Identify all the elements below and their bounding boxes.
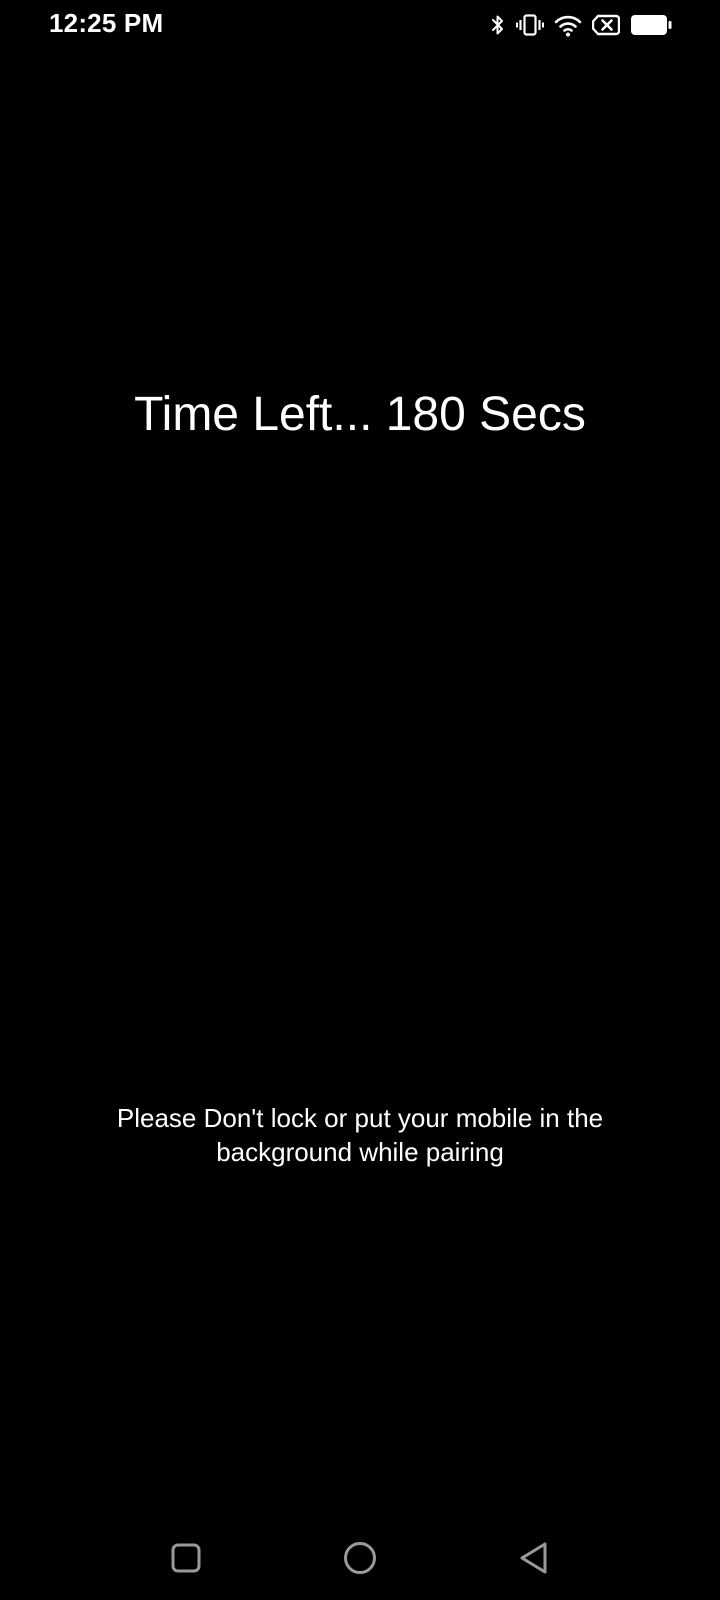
- recent-apps-button[interactable]: [164, 1538, 208, 1582]
- status-icons: [490, 12, 672, 38]
- back-button[interactable]: [512, 1538, 556, 1582]
- recent-apps-icon: [171, 1543, 201, 1578]
- navigation-bar: [0, 1508, 720, 1600]
- vibrate-icon: [516, 13, 544, 37]
- bluetooth-icon: [490, 13, 506, 37]
- back-icon: [518, 1541, 550, 1580]
- wifi-icon: [554, 13, 582, 37]
- home-icon: [343, 1541, 377, 1580]
- time-left-countdown: Time Left... 180 Secs: [134, 388, 586, 441]
- battery-icon: [630, 14, 672, 36]
- home-button[interactable]: [338, 1538, 382, 1582]
- status-bar: 12:25 PM: [0, 0, 720, 50]
- pairing-warning-message: Please Don't lock or put your mobile in …: [116, 1103, 604, 1167]
- no-sim-icon: [592, 14, 620, 36]
- status-time: 12:25 PM: [49, 8, 164, 38]
